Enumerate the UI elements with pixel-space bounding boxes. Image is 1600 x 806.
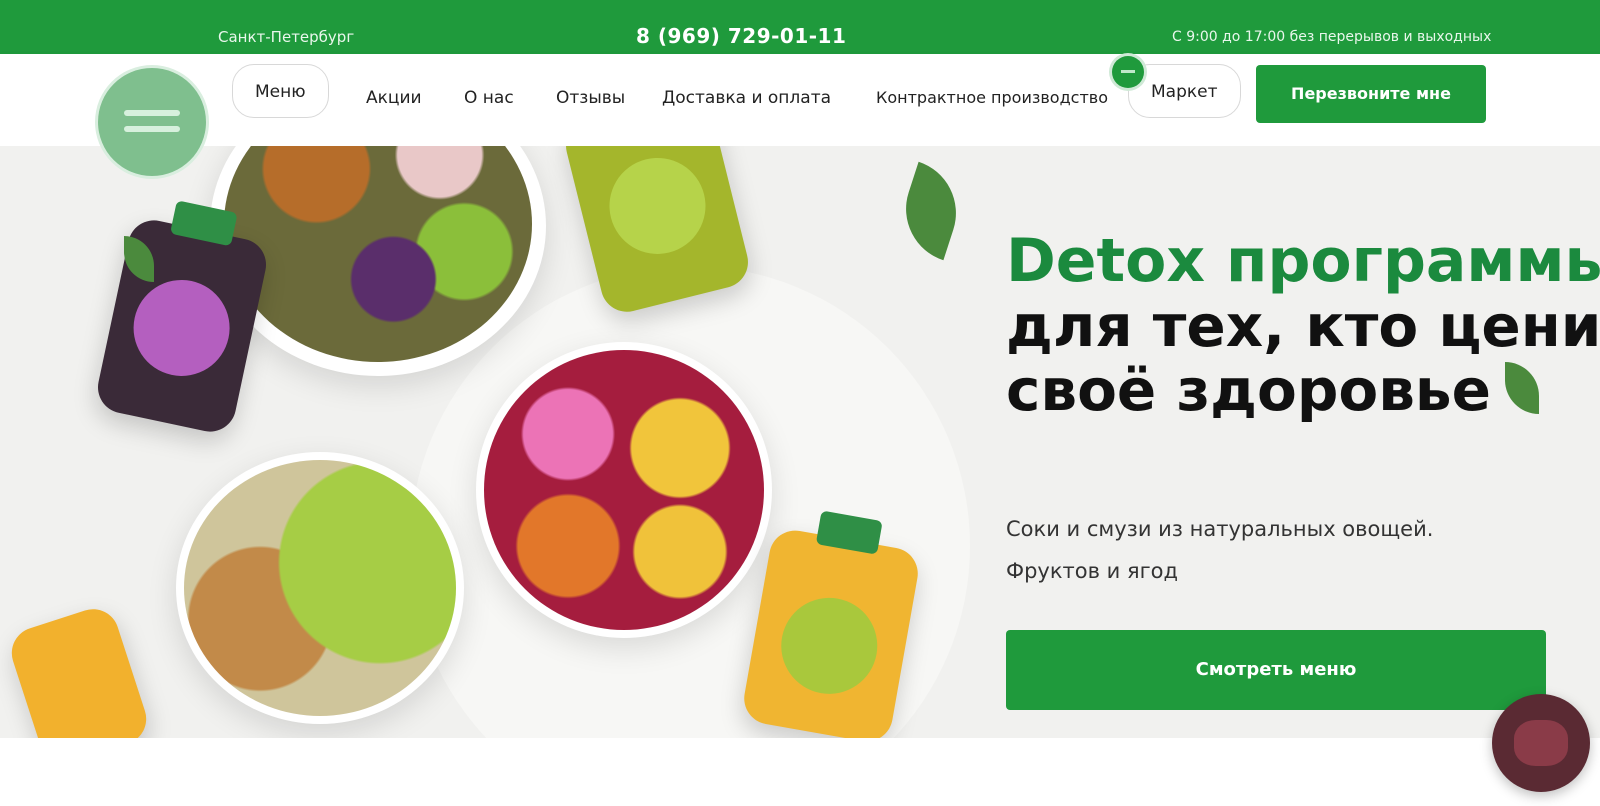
- nav-item-reviews[interactable]: Отзывы: [556, 80, 625, 116]
- main-navigation: Меню Акции О нас Отзывы Доставка и оплат…: [0, 54, 1600, 176]
- chat-avatar-icon[interactable]: [1492, 694, 1590, 792]
- nav-item-delivery[interactable]: Доставка и оплата: [662, 80, 831, 116]
- phone-number[interactable]: 8 (969) 729-01-11: [636, 24, 846, 48]
- smoothie-bowl-image: [176, 452, 464, 724]
- orange-juice-bottle-image: [5, 602, 153, 738]
- nav-item-contract-production[interactable]: Контрактное производство: [876, 80, 1108, 116]
- callback-button[interactable]: Перезвоните мне: [1256, 65, 1486, 123]
- purple-juice-bottle-image: [93, 200, 271, 437]
- hero-title-line-3-text: своё здоровье: [1006, 356, 1491, 424]
- working-hours: С 9:00 до 17:00 без перерывов и выходных: [1172, 29, 1492, 45]
- hero-section: Detox программы для тех, кто ценит своё …: [0, 146, 1600, 738]
- nav-item-menu[interactable]: Меню: [232, 64, 329, 118]
- leaf-icon: [892, 161, 970, 261]
- nav-item-market[interactable]: Маркет: [1128, 64, 1241, 118]
- hero-title-line-3: своё здоровье: [1006, 356, 1539, 424]
- fruit-bowl-image: [476, 342, 772, 638]
- leaf-icon: [1504, 361, 1539, 414]
- logo-icon[interactable]: [98, 68, 206, 176]
- hero-title-line-2: для тех, кто ценит: [1006, 292, 1600, 360]
- hero-title-line-1: Detox программы: [1006, 226, 1600, 296]
- nav-item-about[interactable]: О нас: [464, 80, 514, 116]
- view-menu-button[interactable]: Смотреть меню: [1006, 630, 1546, 710]
- market-badge-icon: [1112, 56, 1144, 88]
- top-info-bar: Санкт-Петербург 8 (969) 729-01-11 С 9:00…: [0, 0, 1600, 54]
- hero-subtitle: Соки и смузи из натуральных овощей. Фрук…: [1006, 517, 1434, 583]
- city-selector[interactable]: Санкт-Петербург: [218, 28, 354, 46]
- nav-item-promotions[interactable]: Акции: [366, 80, 422, 116]
